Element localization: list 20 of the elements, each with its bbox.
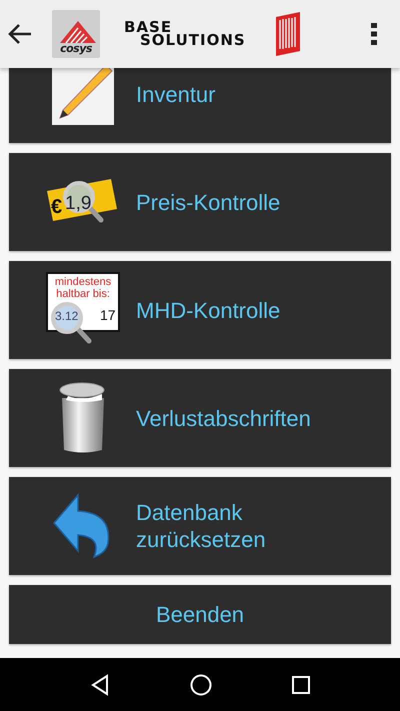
recents-icon[interactable] [290, 674, 311, 694]
menu-button[interactable]: Inventur [9, 68, 391, 143]
icon-label: € [50, 196, 62, 218]
menu-button[interactable]: mindestens haltbar bis: 3.12 17 MHD-Kontrolle [9, 261, 391, 359]
menu-button[interactable]: Verlustabschriften [9, 369, 391, 467]
icon-label: 3.12 [54, 309, 78, 323]
home-icon[interactable] [190, 674, 212, 696]
barcode-icon [274, 11, 302, 57]
logo-text: cosys [60, 43, 92, 55]
app-title-line: SOLUTIONS [140, 34, 246, 47]
icon-label: haltbar bis: [56, 288, 110, 300]
trash-can-icon [58, 382, 108, 454]
icon-label: 17 [100, 307, 116, 323]
menu-button[interactable]: Datenbank zurücksetzen [9, 477, 391, 575]
icon-label: mindestens [54, 276, 111, 288]
app-title-line: BASE [124, 21, 172, 34]
menu-button[interactable]: Beenden [9, 585, 391, 644]
icon-label: 1,9 [64, 193, 91, 214]
overflow-menu-icon[interactable] [370, 22, 378, 46]
menu-button[interactable]: €1,9 Preis-Kontrolle [9, 153, 391, 251]
